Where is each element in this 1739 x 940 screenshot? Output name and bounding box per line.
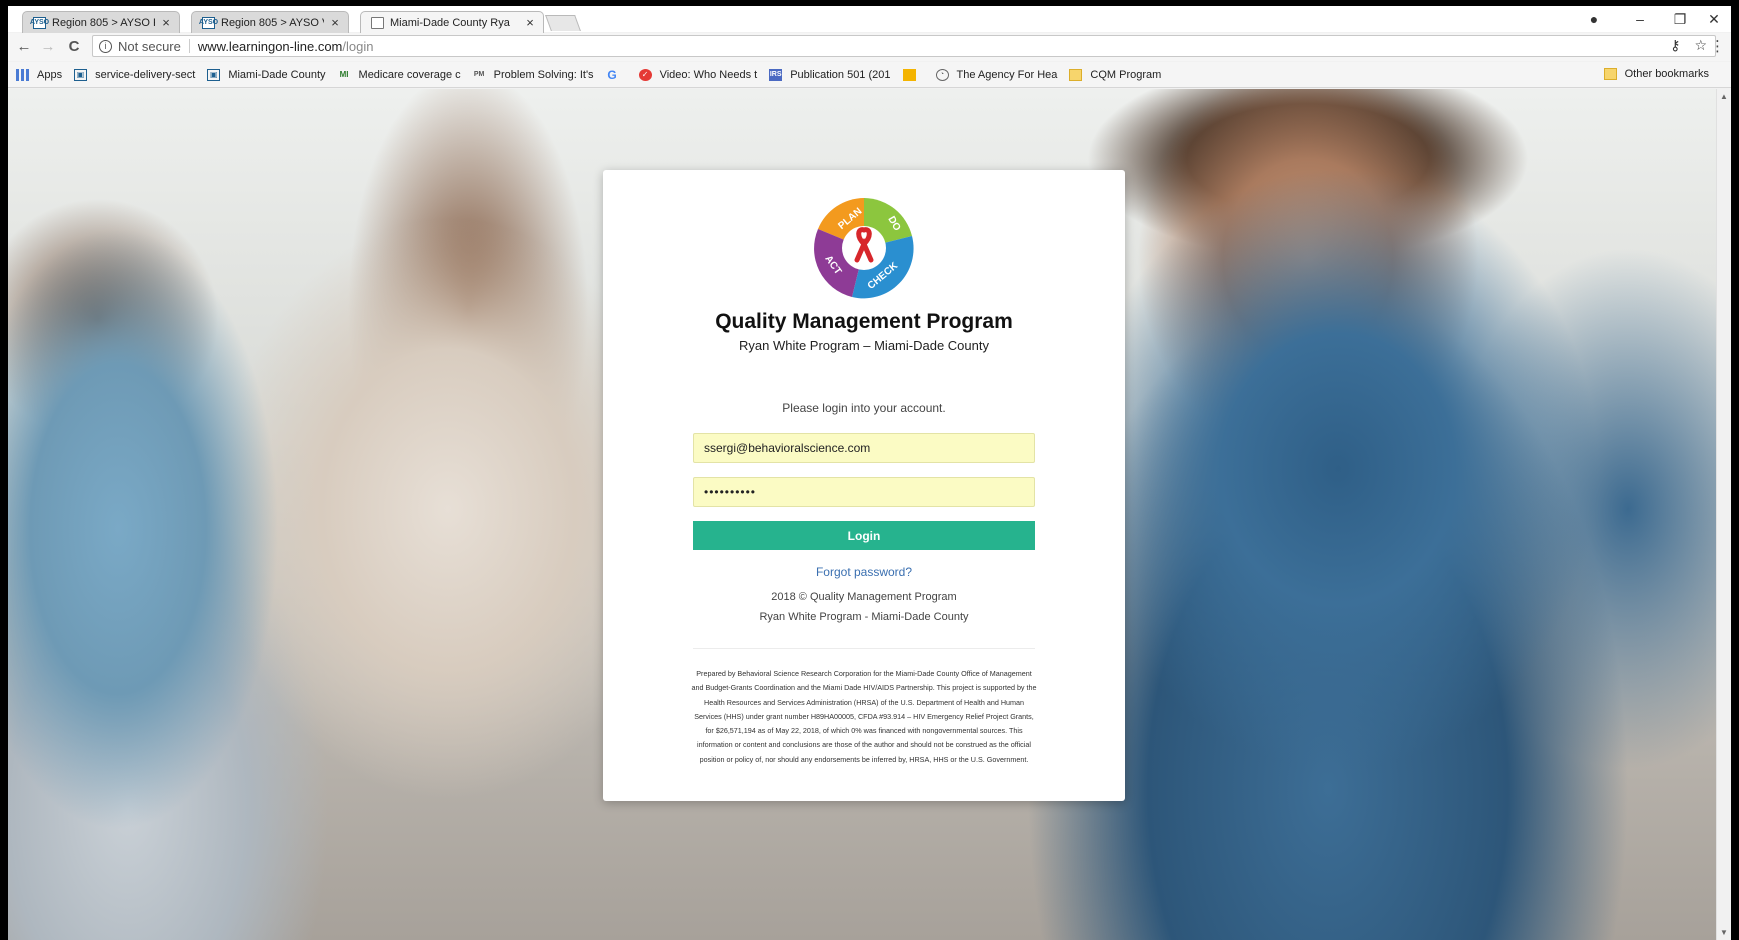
ayso-favicon-icon: AYSO — [199, 16, 218, 29]
address-bar[interactable]: i Not secure www.learningon-line.com/log… — [92, 35, 1716, 57]
divider — [693, 648, 1035, 649]
bookmark-label: Publication 501 (201 — [790, 68, 891, 81]
bookmark-label: Apps — [37, 68, 63, 81]
box-icon: ▣ — [74, 68, 88, 81]
bookmark-apps[interactable]: Apps — [16, 68, 63, 81]
menu-icon[interactable]: ⋮ — [1710, 37, 1725, 55]
bookmark-label: Other bookmarks — [1624, 68, 1709, 80]
folder-icon — [1603, 68, 1617, 80]
circle-icon: ◔ — [935, 68, 949, 81]
forgot-password-container: Forgot password? — [603, 565, 1125, 579]
bookmark-service-delivery[interactable]: ▣ service-delivery-sect — [74, 68, 196, 81]
url-path: /login — [342, 38, 374, 54]
divider — [188, 39, 190, 53]
tab-title: Region 805 > AYSO Playe — [52, 16, 155, 29]
forward-button[interactable]: → — [38, 37, 58, 57]
page-background-photo: PLAN DO CHECK ACT Quality Management Pro… — [8, 89, 1731, 940]
folder-icon — [1069, 68, 1083, 81]
reload-button[interactable]: C — [64, 37, 84, 57]
bookmark-label: Miami-Dade County — [228, 68, 326, 81]
bookmark-label: Problem Solving: It's — [493, 68, 594, 81]
bookmark-video[interactable]: ✓ Video: Who Needs t — [638, 68, 758, 81]
login-card: PLAN DO CHECK ACT Quality Management Pro… — [603, 170, 1125, 801]
bookmark-problem-solving[interactable]: PM Problem Solving: It's — [473, 69, 594, 81]
tab-miami-dade[interactable]: Miami-Dade County Rya × — [360, 11, 544, 33]
new-tab-button[interactable] — [545, 15, 581, 31]
bookmark-publication-501[interactable]: IRS Publication 501 (201 — [769, 68, 891, 81]
mi-icon: MI — [339, 70, 349, 79]
ayso-favicon-icon: AYSO — [30, 16, 49, 29]
password-field[interactable] — [693, 477, 1035, 507]
bookmark-label: Medicare coverage c — [358, 68, 461, 81]
back-button[interactable]: ← — [14, 37, 34, 57]
account-icon[interactable]: ● — [1576, 9, 1612, 29]
login-button[interactable]: Login — [693, 521, 1035, 550]
pub-icon: IRS — [769, 68, 783, 81]
login-prompt: Please login into your account. — [782, 401, 946, 415]
forgot-password-link[interactable]: Forgot password? — [816, 565, 912, 579]
pdca-logo-icon: PLAN DO CHECK ACT — [814, 198, 914, 299]
copyright-line: 2018 © Quality Management Program — [771, 591, 957, 603]
tab-title: Region 805 > AYSO Volu — [221, 16, 324, 29]
page-icon — [371, 16, 384, 29]
red-check-icon: ✓ — [638, 68, 652, 81]
close-tab-icon[interactable]: × — [159, 15, 173, 30]
minimize-button[interactable]: – — [1622, 9, 1658, 29]
pm-icon: PM — [473, 71, 485, 78]
bookmarks-bar: Apps ▣ service-delivery-sect ▣ Miami-Dad… — [8, 62, 1731, 88]
close-tab-icon[interactable]: × — [328, 15, 342, 30]
box-icon: ▣ — [207, 68, 221, 81]
program-line: Ryan White Program - Miami-Dade County — [759, 611, 969, 623]
tab-strip: AYSO Region 805 > AYSO Playe × AYSO Regi… — [8, 6, 1731, 33]
info-icon[interactable]: i — [99, 39, 112, 53]
bookmark-label: Video: Who Needs t — [659, 68, 758, 81]
key-icon[interactable]: ⚷ — [1670, 37, 1680, 53]
bookmark-agency[interactable]: ◔ The Agency For Hea — [935, 68, 1058, 81]
disclaimer-text: Prepared by Behavioral Science Research … — [691, 669, 1037, 764]
bookmark-google[interactable]: G — [606, 67, 627, 82]
tab-title: Miami-Dade County Rya — [390, 16, 510, 29]
bookmark-medicare[interactable]: MI Medicare coverage c — [338, 69, 461, 81]
close-window-button[interactable]: ✕ — [1696, 9, 1731, 29]
restore-button[interactable]: ❐ — [1662, 9, 1698, 29]
bookmark-orange[interactable] — [902, 68, 924, 81]
bookmark-label: The Agency For Hea — [956, 68, 1058, 81]
scroll-up-icon[interactable]: ▲ — [1720, 92, 1728, 101]
close-tab-icon[interactable]: × — [523, 15, 537, 30]
tab-ayso-players[interactable]: AYSO Region 805 > AYSO Playe × — [22, 11, 180, 33]
bookmark-miami-dade[interactable]: ▣ Miami-Dade County — [207, 68, 326, 81]
address-actions: ⚷ ☆ — [1660, 37, 1707, 54]
email-field[interactable] — [693, 433, 1035, 463]
browser-toolbar: ← → C i Not secure www.learningon-line.c… — [8, 33, 1731, 61]
google-icon: G — [607, 67, 617, 82]
orange-icon — [902, 68, 916, 81]
page-subtitle: Ryan White Program – Miami-Dade County — [739, 338, 989, 353]
page-title: Quality Management Program — [715, 310, 1013, 333]
other-bookmarks[interactable]: Other bookmarks — [1603, 68, 1709, 80]
browser-window: AYSO Region 805 > AYSO Playe × AYSO Regi… — [8, 6, 1731, 940]
bookmark-label: CQM Program — [1090, 68, 1162, 81]
scroll-down-icon[interactable]: ▼ — [1720, 928, 1728, 937]
bookmark-cqm-program[interactable]: CQM Program — [1069, 68, 1162, 81]
page-scrollbar[interactable]: ▲ ▼ — [1716, 89, 1731, 940]
tab-ayso-volunteers[interactable]: AYSO Region 805 > AYSO Volu × — [191, 11, 349, 33]
apps-grid-icon — [16, 68, 29, 81]
bookmark-label: service-delivery-sect — [95, 68, 196, 81]
security-label: Not secure — [118, 38, 181, 54]
url-host: www.learningon-line.com — [197, 38, 343, 54]
star-icon[interactable]: ☆ — [1694, 37, 1707, 53]
